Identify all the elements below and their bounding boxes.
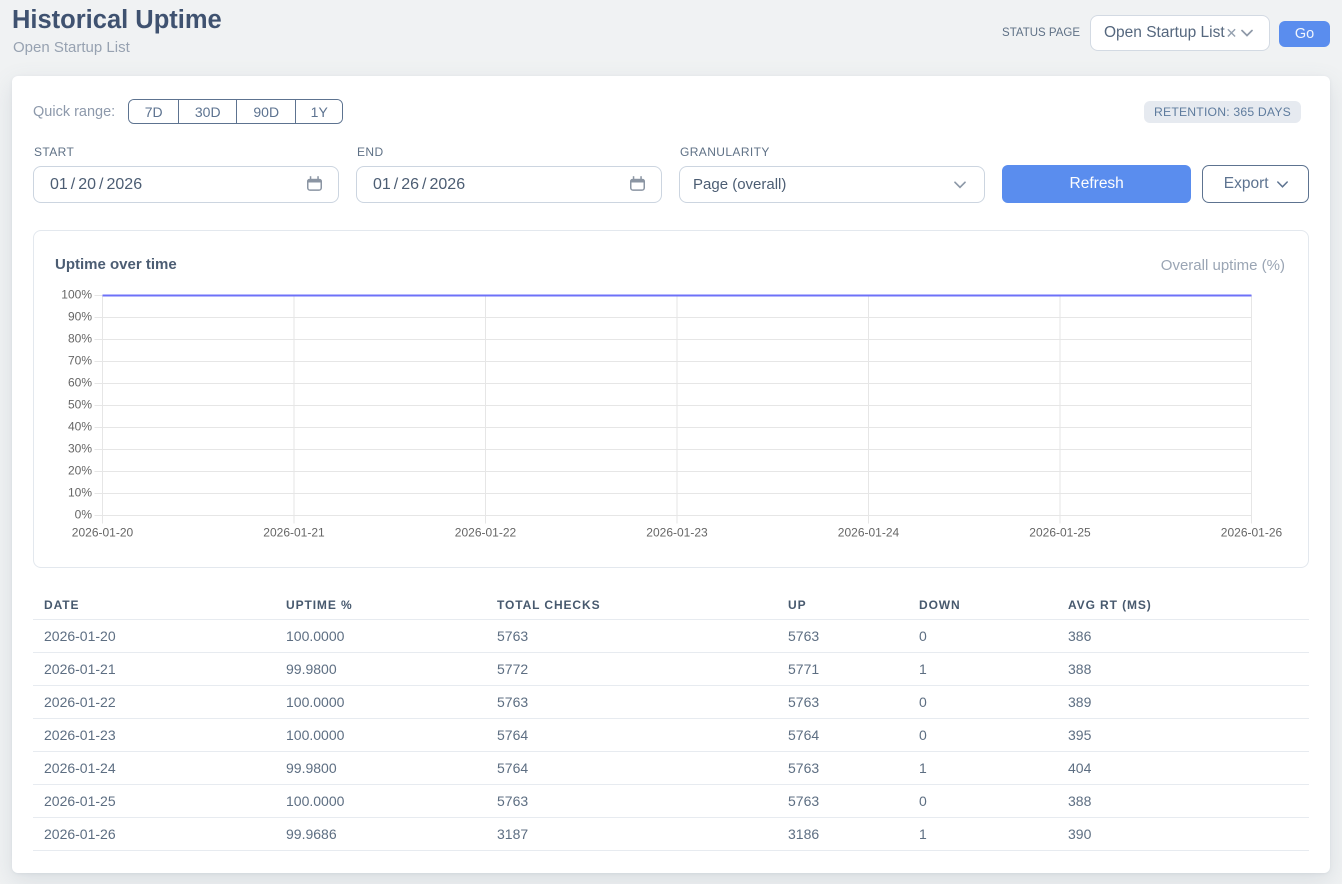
svg-text:2026-01-20: 2026-01-20 — [72, 526, 134, 540]
svg-text:70%: 70% — [68, 354, 92, 368]
svg-text:2026-01-24: 2026-01-24 — [838, 526, 900, 540]
svg-text:10%: 10% — [68, 486, 92, 500]
svg-text:40%: 40% — [68, 420, 92, 434]
svg-text:2026-01-22: 2026-01-22 — [455, 526, 517, 540]
svg-text:20%: 20% — [68, 464, 92, 478]
svg-text:100%: 100% — [61, 288, 92, 302]
svg-text:2026-01-26: 2026-01-26 — [1221, 526, 1283, 540]
svg-text:0%: 0% — [75, 508, 93, 522]
svg-text:2026-01-25: 2026-01-25 — [1029, 526, 1091, 540]
svg-text:50%: 50% — [68, 398, 92, 412]
svg-text:60%: 60% — [68, 376, 92, 390]
svg-text:80%: 80% — [68, 332, 92, 346]
svg-text:30%: 30% — [68, 442, 92, 456]
svg-text:2026-01-21: 2026-01-21 — [263, 526, 325, 540]
svg-text:90%: 90% — [68, 310, 92, 324]
svg-text:2026-01-23: 2026-01-23 — [646, 526, 708, 540]
